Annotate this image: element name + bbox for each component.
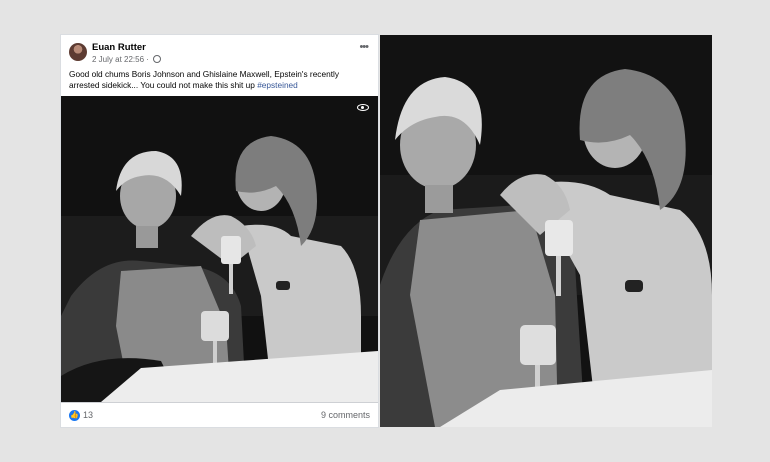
post-footer: 👍 13 9 comments: [61, 402, 378, 427]
comments-count[interactable]: 9 comments: [321, 410, 370, 420]
facebook-post: Euan Rutter 2 July at 22:56 · ••• Good o…: [61, 35, 378, 427]
post-photo[interactable]: [61, 96, 378, 402]
post-text: Good old chums Boris Johnson and Ghislai…: [69, 69, 369, 91]
reaction-count[interactable]: 13: [83, 410, 93, 420]
avatar[interactable]: [69, 43, 87, 61]
enlarged-photo: [380, 35, 712, 427]
enlarged-photo-illustration: [380, 35, 712, 427]
photo-illustration: [61, 96, 378, 402]
author-name[interactable]: Euan Rutter: [92, 42, 146, 53]
globe-icon: [153, 54, 162, 63]
like-icon[interactable]: 👍: [69, 410, 80, 421]
post-body: Good old chums Boris Johnson and Ghislai…: [69, 69, 339, 90]
timestamp[interactable]: 2 July at 22:56 ·: [92, 55, 149, 64]
more-options-icon[interactable]: •••: [359, 41, 369, 53]
eye-icon[interactable]: [357, 104, 369, 111]
post-meta: 2 July at 22:56 ·: [92, 54, 162, 64]
hashtag-link[interactable]: #epsteined: [257, 80, 298, 90]
